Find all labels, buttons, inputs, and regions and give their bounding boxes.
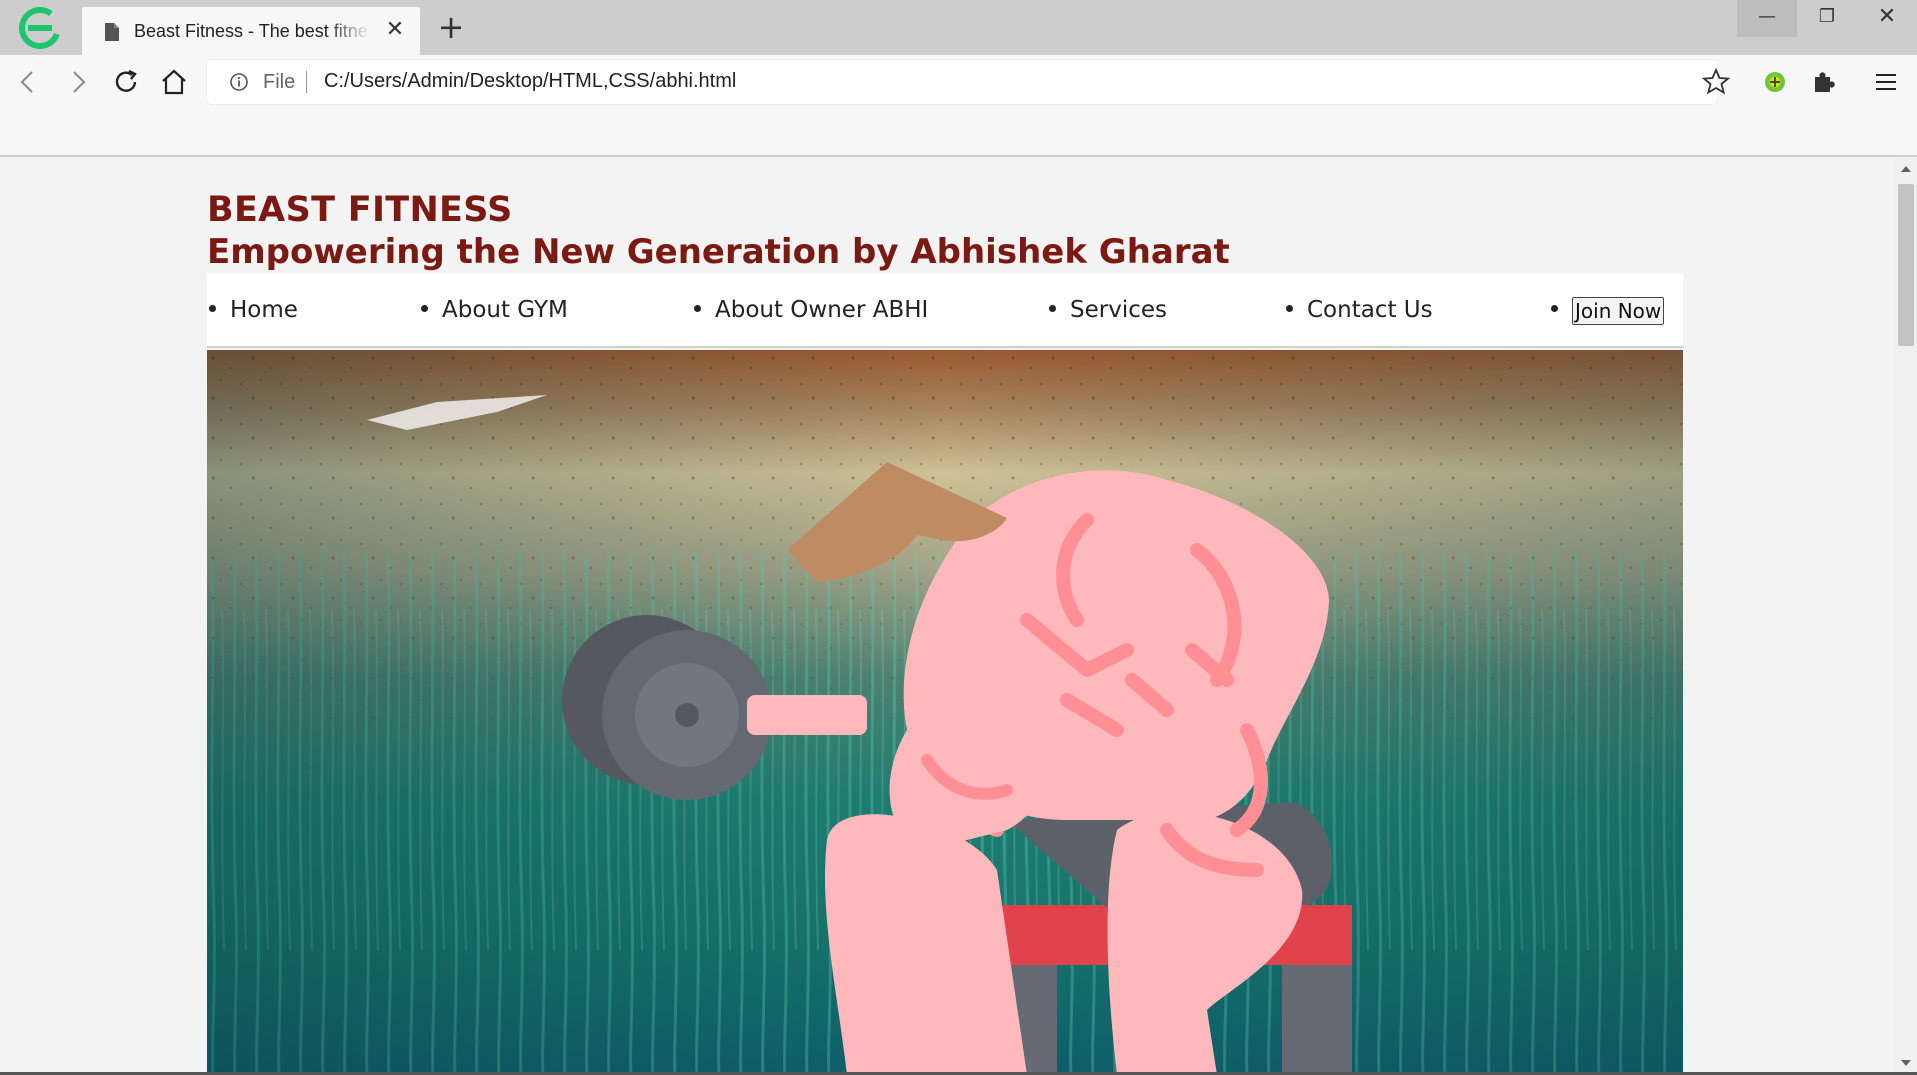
nav-item-about-owner[interactable]: About Owner ABHI	[694, 293, 928, 327]
address-bar[interactable]: File C:/Users/Admin/Desktop/HTML,CSS/abh…	[207, 60, 1717, 104]
address-scheme-label: File	[263, 71, 296, 93]
nav-item-contact-us[interactable]: Contact Us	[1286, 293, 1433, 327]
menu-hamburger-icon[interactable]	[1871, 67, 1901, 97]
back-arrow-icon[interactable]	[12, 66, 44, 98]
browser-tab-active[interactable]: Beast Fitness - The best fitness ✕	[82, 7, 420, 55]
page-viewport: BEAST FITNESS Empowering the New Generat…	[0, 159, 1895, 1075]
extensions-puzzle-icon[interactable]	[1809, 67, 1839, 97]
address-divider	[306, 71, 307, 93]
page-scrollbar[interactable]	[1895, 159, 1917, 1075]
nav-item-join: Join Now	[1551, 293, 1665, 327]
page-container: BEAST FITNESS Empowering the New Generat…	[207, 159, 1683, 1075]
site-title: BEAST FITNESS	[207, 190, 513, 230]
tab-close-icon[interactable]: ✕	[382, 17, 408, 43]
nav-item-label: Home	[230, 297, 298, 323]
nav-item-services[interactable]: Services	[1049, 293, 1167, 327]
nav-item-label: About Owner ABHI	[715, 297, 929, 323]
bookmark-star-icon[interactable]	[1701, 67, 1731, 97]
window-maximize-button[interactable]: ❐	[1797, 0, 1857, 37]
scrollbar-thumb[interactable]	[1898, 184, 1914, 346]
list-bullet	[421, 305, 428, 312]
extension-green-icon[interactable]	[1760, 67, 1790, 97]
tab-title: Beast Fitness - The best fitness	[134, 21, 370, 41]
list-bullet	[1286, 305, 1293, 312]
list-bullet	[1049, 305, 1056, 312]
address-url[interactable]: C:/Users/Admin/Desktop/HTML,CSS/abhi.htm…	[324, 70, 736, 93]
main-navbar: Home About GYM About Owner ABHI Services…	[207, 273, 1683, 348]
info-icon[interactable]	[229, 72, 249, 92]
browser-logo-icon	[19, 7, 61, 49]
reload-icon[interactable]	[110, 66, 142, 98]
home-icon[interactable]	[158, 66, 190, 98]
join-now-button[interactable]: Join Now	[1572, 296, 1665, 325]
site-tagline: Empowering the New Generation by Abhishe…	[207, 232, 1230, 272]
list-bullet	[209, 305, 216, 312]
new-tab-icon[interactable]: +	[436, 11, 466, 43]
browser-tabstrip: Beast Fitness - The best fitness ✕ + — ❐…	[0, 0, 1917, 55]
bookmarks-area	[0, 109, 1917, 157]
list-bullet	[694, 305, 701, 312]
list-bullet	[1551, 305, 1558, 312]
scroll-up-arrow-icon[interactable]	[1899, 163, 1913, 175]
document-icon	[105, 23, 119, 41]
nav-item-label: Contact Us	[1307, 297, 1433, 323]
hero-image	[207, 350, 1683, 1075]
nav-item-home[interactable]: Home	[209, 293, 298, 327]
window-minimize-button[interactable]: —	[1737, 0, 1797, 37]
forward-arrow-icon[interactable]	[62, 66, 94, 98]
nav-item-label: About GYM	[442, 297, 568, 323]
nav-item-about-gym[interactable]: About GYM	[421, 293, 568, 327]
scroll-down-arrow-icon[interactable]	[1899, 1057, 1913, 1069]
window-close-button[interactable]: ✕	[1857, 0, 1917, 37]
nav-item-label: Services	[1070, 297, 1167, 323]
browser-toolbar: File C:/Users/Admin/Desktop/HTML,CSS/abh…	[0, 55, 1917, 109]
